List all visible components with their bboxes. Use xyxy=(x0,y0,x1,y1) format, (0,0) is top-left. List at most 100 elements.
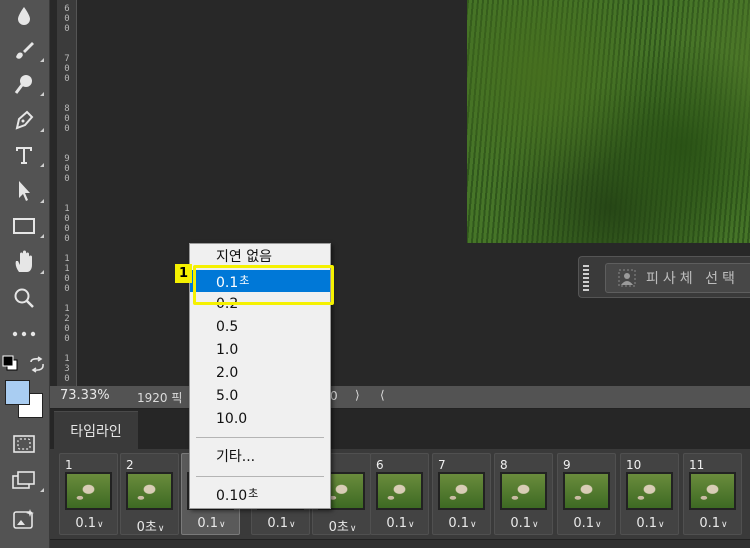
pen-icon[interactable] xyxy=(8,106,44,134)
chevron-down-icon: ∨ xyxy=(658,520,665,530)
status-prev-arrow[interactable]: ⟨ xyxy=(380,388,385,402)
chevron-down-icon: ∨ xyxy=(97,520,104,530)
frame-number: 10 xyxy=(626,458,642,472)
screen-mode-icon[interactable] xyxy=(8,466,44,494)
frame-delay[interactable]: 0.1∨ xyxy=(495,516,554,531)
annotation-highlight-box xyxy=(193,265,334,305)
frame-7[interactable]: 7 0.1∨ xyxy=(432,453,491,535)
select-subject-label: 피사체 선택 xyxy=(646,271,739,287)
tab-timeline[interactable]: 타임라인 xyxy=(54,411,138,449)
grip-handle[interactable] xyxy=(583,265,589,291)
frame-number: 1 xyxy=(65,458,73,472)
type-icon[interactable] xyxy=(8,141,44,169)
frame-strip: 1 0.1∨ 2 0초∨ 0.1∨ 0.1∨ 0초∨ 6 0.1∨ 7 0.1∨… xyxy=(50,449,750,539)
frame-thumbnail xyxy=(500,472,547,510)
frame-1[interactable]: 1 0.1∨ xyxy=(59,453,118,535)
chevron-down-icon: ∨ xyxy=(219,520,226,530)
rectangle-icon[interactable] xyxy=(8,212,44,240)
dodge-icon[interactable] xyxy=(8,70,44,98)
grass-photo xyxy=(467,0,750,243)
timeline-controls xyxy=(50,539,750,548)
frame-thumbnail xyxy=(689,472,736,510)
photoshop-window: 6 0 0 7 0 0 8 0 0 9 0 0 1 0 0 0 1 1 0 0 … xyxy=(0,0,750,548)
tools-panel xyxy=(0,0,50,548)
document-info-tail: 0 xyxy=(330,389,338,403)
timeline-tab-bar: 타임라인 xyxy=(50,409,750,449)
selection-arrow-icon[interactable] xyxy=(8,177,44,205)
ruler-label: 9 0 0 xyxy=(64,154,70,184)
annotation-badge: 1 xyxy=(175,264,192,283)
frame-delay[interactable]: 0.1∨ xyxy=(558,516,617,531)
frame-thumbnail xyxy=(563,472,610,510)
frame-delay[interactable]: 0.1∨ xyxy=(252,516,311,531)
default-colors-icon[interactable] xyxy=(2,355,20,373)
zoom-icon[interactable] xyxy=(8,284,40,312)
generative-icon[interactable] xyxy=(8,505,40,533)
frame-delay[interactable]: 0.1∨ xyxy=(60,516,119,531)
zoom-level[interactable]: 73.33% xyxy=(60,388,110,403)
frame-6[interactable]: 6 0.1∨ xyxy=(370,453,429,535)
status-next-arrow[interactable]: ⟩ xyxy=(355,388,360,402)
document-info: 1920 픽 xyxy=(137,391,183,405)
menu-item-0-5[interactable]: 0.5 xyxy=(190,316,330,338)
quick-mask-icon[interactable] xyxy=(8,430,40,458)
chevron-down-icon: ∨ xyxy=(289,520,296,530)
menu-item-current[interactable]: 0.10초 xyxy=(190,483,330,505)
frame-8[interactable]: 8 0.1∨ xyxy=(494,453,553,535)
ruler-label: 1 2 0 0 xyxy=(64,304,70,344)
frame-number: 11 xyxy=(689,458,705,472)
frame-9[interactable]: 9 0.1∨ xyxy=(557,453,616,535)
swap-colors-icon[interactable] xyxy=(28,356,46,374)
ruler-label: 1 1 0 0 xyxy=(64,254,70,294)
chevron-down-icon: ∨ xyxy=(595,520,602,530)
status-bar: 73.33% 1920 픽 0 ⟩ ⟨ xyxy=(50,386,750,408)
brush-icon[interactable] xyxy=(8,36,44,64)
select-subject-button[interactable]: 피사체 선택 xyxy=(605,263,750,293)
chevron-down-icon: ∨ xyxy=(532,520,539,530)
ruler-label: 1 3 0 xyxy=(64,354,70,384)
chevron-down-icon: ∨ xyxy=(349,524,357,534)
hand-icon[interactable] xyxy=(8,248,44,276)
more-icon[interactable] xyxy=(8,320,40,348)
ruler-label: 6 0 0 xyxy=(64,4,70,34)
timeline-panel: 타임라인 1 0.1∨ 2 0초∨ 0.1∨ 0.1∨ 0초∨ 6 0.1∨ 7… xyxy=(50,408,750,548)
menu-item-other[interactable]: 기타... xyxy=(190,446,330,468)
canvas-area[interactable] xyxy=(77,0,750,386)
frame-10[interactable]: 10 0.1∨ xyxy=(620,453,679,535)
menu-separator xyxy=(196,476,324,477)
frame-delay[interactable]: 0.1∨ xyxy=(182,516,241,531)
contextual-task-bar: 피사체 선택 xyxy=(578,256,750,298)
frame-number: 7 xyxy=(438,458,446,472)
frame-11[interactable]: 11 0.1∨ xyxy=(683,453,742,535)
chevron-down-icon: ∨ xyxy=(470,520,477,530)
frame-delay[interactable]: 0초∨ xyxy=(313,516,372,535)
menu-item-2-0[interactable]: 2.0 xyxy=(190,362,330,384)
frame-delay[interactable]: 0.1∨ xyxy=(433,516,492,531)
menu-item-5-0[interactable]: 5.0 xyxy=(190,385,330,407)
frame-delay[interactable]: 0.1∨ xyxy=(621,516,680,531)
frame-delay[interactable]: 0.1∨ xyxy=(684,516,743,531)
frame-number: 9 xyxy=(563,458,571,472)
frame-thumbnail xyxy=(376,472,423,510)
menu-item-1-0[interactable]: 1.0 xyxy=(190,339,330,361)
menu-separator xyxy=(196,437,324,438)
frame-thumbnail xyxy=(438,472,485,510)
frame-delay[interactable]: 0.1∨ xyxy=(371,516,430,531)
frame-delay[interactable]: 0초∨ xyxy=(121,516,180,535)
menu-item-10-0[interactable]: 10.0 xyxy=(190,408,330,430)
ruler-label: 8 0 0 xyxy=(64,104,70,134)
chevron-down-icon: ∨ xyxy=(157,524,165,534)
foreground-color-swatch[interactable] xyxy=(5,380,30,405)
frame-number: 2 xyxy=(126,458,134,472)
chevron-down-icon: ∨ xyxy=(408,520,415,530)
ruler-label: 7 0 0 xyxy=(64,54,70,84)
frame-number: 8 xyxy=(500,458,508,472)
chevron-down-icon: ∨ xyxy=(721,520,728,530)
drop-icon[interactable] xyxy=(8,2,40,30)
ruler-label: 1 0 0 0 xyxy=(64,204,70,244)
frame-thumbnail xyxy=(126,472,173,510)
vertical-ruler: 6 0 0 7 0 0 8 0 0 9 0 0 1 0 0 0 1 1 0 0 … xyxy=(57,0,77,386)
frame-number: 6 xyxy=(376,458,384,472)
frame-thumbnail xyxy=(65,472,112,510)
frame-2[interactable]: 2 0초∨ xyxy=(120,453,179,535)
